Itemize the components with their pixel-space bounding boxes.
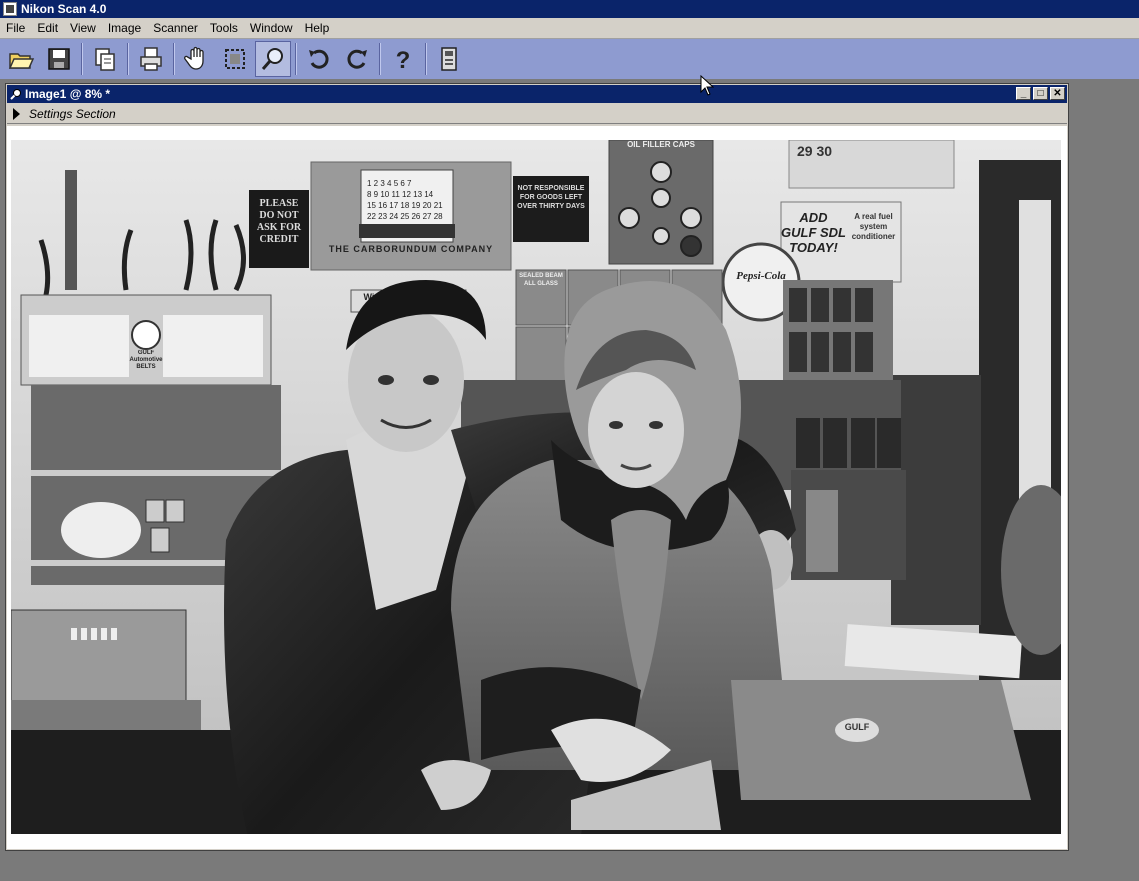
copy-button[interactable] <box>87 41 123 77</box>
save-button[interactable] <box>41 41 77 77</box>
credit-sign-text: PLEASE DO NOT ASK FOR CREDIT <box>256 198 302 245</box>
minimize-button[interactable]: _ <box>1016 87 1031 100</box>
maximize-button[interactable]: □ <box>1033 87 1048 100</box>
menu-help[interactable]: Help <box>299 18 336 39</box>
document-title: Image1 @ 8% * <box>25 87 111 101</box>
zoom-tool-button[interactable] <box>255 41 291 77</box>
document-title-bar[interactable]: Image1 @ 8% * _ □ ✕ <box>7 85 1067 103</box>
toolbar-separator <box>425 43 427 75</box>
image-canvas[interactable]: PLEASE DO NOT ASK FOR CREDIT 1 2 3 4 5 6… <box>7 126 1067 849</box>
menu-image[interactable]: Image <box>102 18 147 39</box>
crop-tool-button[interactable] <box>217 41 253 77</box>
open-folder-icon <box>8 53 35 69</box>
copy-icon <box>95 48 115 71</box>
gulf-sdl-text: ADD GULF SDL TODAY! <box>781 210 846 255</box>
toolbar: ? <box>0 39 1139 79</box>
menu-window[interactable]: Window <box>244 18 299 39</box>
help-button[interactable]: ? <box>385 41 421 77</box>
zoom-icon <box>261 48 283 70</box>
toolbar-separator <box>81 43 83 75</box>
sealed-beam-label: SEALED BEAM <box>519 273 563 279</box>
rotate-left-icon <box>309 49 329 69</box>
magnifier-icon <box>10 89 21 100</box>
app-icon <box>3 2 17 16</box>
toolbar-separator <box>173 43 175 75</box>
menu-edit[interactable]: Edit <box>31 18 64 39</box>
toolbar-separator <box>295 43 297 75</box>
open-button[interactable] <box>3 41 39 77</box>
toolbar-separator <box>127 43 129 75</box>
help-icon: ? <box>396 47 411 73</box>
app-title-bar: Nikon Scan 4.0 <box>0 0 1139 18</box>
menu-tools[interactable]: Tools <box>204 18 244 39</box>
svg-text:22 23 24 25 26 27 28: 22 23 24 25 26 27 28 <box>367 212 443 221</box>
gulf-belts-label: GULF Automotive BELTS <box>129 350 163 370</box>
menu-view[interactable]: View <box>64 18 102 39</box>
rotate-right-icon <box>347 49 367 69</box>
scanned-photo: PLEASE DO NOT ASK FOR CREDIT 1 2 3 4 5 6… <box>11 140 1061 834</box>
crop-icon <box>225 49 245 69</box>
fuel-conditioner-text: A real fuel system conditioner <box>851 212 896 241</box>
gulf-cap-bag <box>731 680 1031 800</box>
menu-file[interactable]: File <box>0 18 31 39</box>
print-icon <box>140 47 162 71</box>
menu-bar: File Edit View Image Scanner Tools Windo… <box>0 18 1139 39</box>
mouse-cursor-icon <box>700 75 714 96</box>
notice-sign-text: NOT RESPONSIBLE FOR GOODS LEFT OVER THIR… <box>517 185 585 210</box>
settings-section-label: Settings Section <box>29 106 116 121</box>
scanner-button[interactable] <box>431 41 467 77</box>
svg-text:8 9 10 11 12 13 14: 8 9 10 11 12 13 14 <box>367 190 434 199</box>
svg-text:15 16 17 18 19 20 21: 15 16 17 18 19 20 21 <box>367 201 443 210</box>
expand-triangle-icon <box>13 107 20 120</box>
rotate-left-button[interactable] <box>301 41 337 77</box>
oil-filler-label: OIL FILLER CAPS <box>627 140 695 149</box>
close-button[interactable]: ✕ <box>1050 87 1065 100</box>
rotate-right-button[interactable] <box>339 41 375 77</box>
svg-text:?: ? <box>396 47 411 73</box>
toolbar-separator <box>379 43 381 75</box>
save-icon <box>48 48 70 70</box>
cash-register <box>11 609 201 740</box>
hand-tool-button[interactable] <box>179 41 215 77</box>
svg-text:1 2 3 4 5 6 7: 1 2 3 4 5 6 7 <box>367 179 412 188</box>
settings-section-toggle[interactable]: Settings Section <box>7 104 1067 124</box>
scanner-icon <box>441 47 457 71</box>
print-button[interactable] <box>133 41 169 77</box>
all-glass-label: ALL GLASS <box>524 281 558 287</box>
photo-image: PLEASE DO NOT ASK FOR CREDIT 1 2 3 4 5 6… <box>11 140 1061 834</box>
svg-text:29 30: 29 30 <box>797 143 832 159</box>
menu-scanner[interactable]: Scanner <box>147 18 204 39</box>
gulf-cap-label: GULF <box>844 722 870 732</box>
image-document-window: Image1 @ 8% * _ □ ✕ Settings Section PLE… <box>5 83 1069 851</box>
hand-icon <box>184 46 204 70</box>
carborundum-label: THE CARBORUNDUM COMPANY <box>328 244 494 254</box>
window-controls: _ □ ✕ <box>1016 87 1065 100</box>
app-title: Nikon Scan 4.0 <box>21 2 107 16</box>
